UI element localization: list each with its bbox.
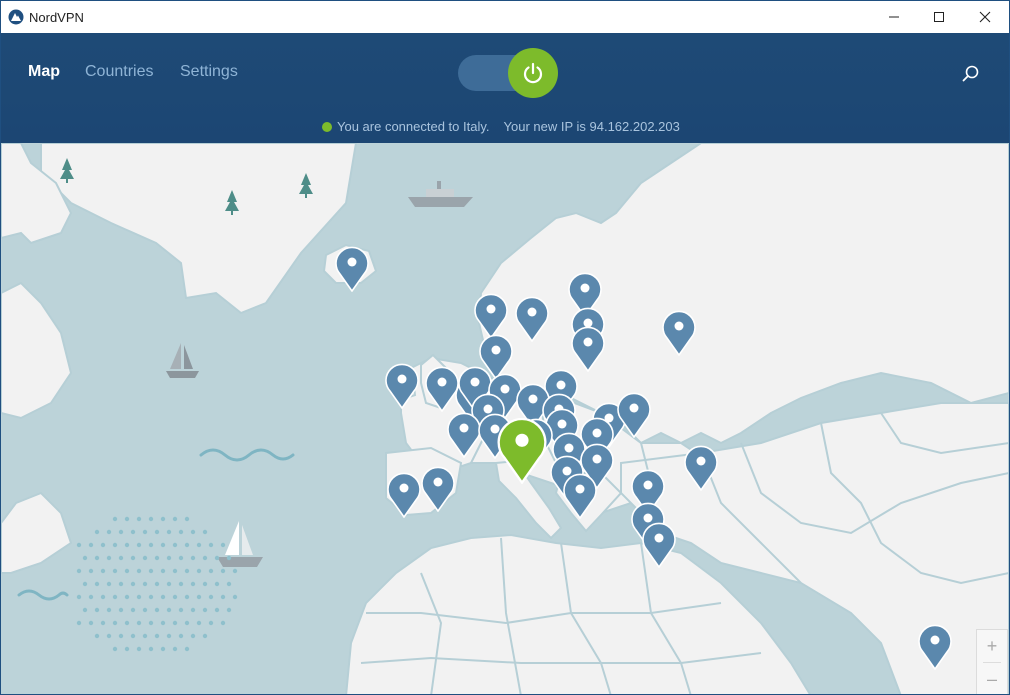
server-pin[interactable] — [384, 361, 420, 410]
map-pin-icon — [684, 445, 718, 492]
map-pin-icon — [421, 466, 455, 513]
map-pin-icon — [515, 296, 549, 343]
search-icon — [962, 65, 979, 82]
map-pin-icon — [617, 392, 651, 439]
app-header: Map Countries Settings You are connected… — [1, 33, 1009, 143]
server-pin[interactable] — [514, 294, 550, 343]
minimize-icon — [889, 16, 899, 18]
maximize-button[interactable] — [916, 1, 962, 33]
close-button[interactable] — [962, 1, 1008, 33]
server-pin[interactable] — [334, 244, 370, 293]
connection-toggle[interactable] — [508, 48, 558, 98]
server-pin[interactable] — [917, 622, 953, 671]
map-pin-icon — [662, 310, 696, 357]
world-map[interactable]: + – — [1, 143, 1009, 694]
title-bar: NordVPN — [1, 1, 1009, 33]
zoom-in-button[interactable]: + — [977, 630, 1007, 662]
map-pin-icon — [642, 522, 676, 569]
status-dot — [322, 121, 332, 132]
server-pin[interactable] — [616, 390, 652, 439]
maximize-icon — [934, 12, 944, 22]
minimize-button[interactable] — [871, 1, 917, 33]
close-icon — [979, 11, 991, 23]
search-button[interactable] — [959, 62, 983, 86]
map-pin-icon — [563, 473, 597, 520]
ip-text: Your new IP is 94.162.202.203 — [503, 119, 680, 134]
map-pin-icon — [918, 624, 952, 671]
connection-status: You are connected to Italy. Your new IP … — [322, 119, 680, 134]
tab-settings[interactable]: Settings — [180, 63, 238, 81]
nordvpn-logo-icon — [8, 9, 24, 25]
server-pin[interactable] — [683, 443, 719, 492]
server-pin[interactable] — [386, 470, 422, 519]
map-pin-icon — [497, 418, 547, 485]
map-pin-icon — [387, 472, 421, 519]
map-pin-icon — [335, 246, 369, 293]
tab-countries[interactable]: Countries — [85, 63, 153, 81]
tab-map[interactable]: Map — [28, 63, 60, 81]
map-pin-icon — [385, 363, 419, 410]
server-pin[interactable] — [661, 308, 697, 357]
selected-server-pin[interactable] — [495, 414, 549, 485]
server-pin[interactable] — [420, 464, 456, 513]
power-icon — [523, 62, 543, 84]
server-pin[interactable] — [570, 324, 606, 373]
app-window: NordVPN Map Countries Settings You are c… — [0, 0, 1010, 695]
zoom-out-button[interactable]: – — [977, 663, 1007, 694]
zoom-controls: + – — [976, 629, 1008, 694]
status-text: You are connected to Italy. — [337, 119, 490, 134]
server-pin[interactable] — [641, 520, 677, 569]
map-pin-icon — [571, 326, 605, 373]
server-pin[interactable] — [562, 471, 598, 520]
window-title: NordVPN — [29, 10, 84, 25]
